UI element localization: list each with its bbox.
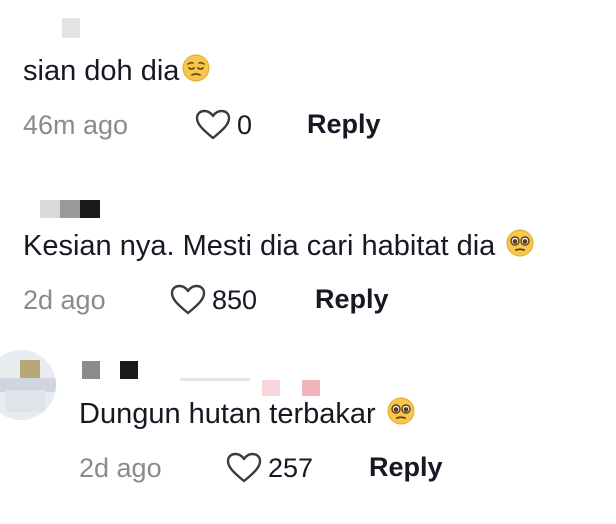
pensive-face-emoji-icon (181, 53, 211, 92)
like-count: 257 (268, 452, 314, 483)
heart-outline-icon (226, 452, 262, 484)
pleading-face-emoji-icon (505, 228, 535, 267)
timestamp: 2d ago (79, 452, 162, 483)
redacted-mention (180, 378, 250, 381)
avatar[interactable] (0, 350, 56, 420)
redacted-username (80, 200, 100, 218)
like-button[interactable]: 0 (195, 107, 252, 143)
comment-meta: 2d ago 850 Reply (23, 282, 603, 318)
comment-body: Dungun hutan terbakar (79, 398, 384, 430)
redacted-mention (262, 380, 280, 396)
timestamp: 2d ago (23, 284, 106, 315)
redacted-username (62, 18, 80, 38)
comment-text: Kesian nya. Mesti dia cari habitat dia (23, 228, 535, 267)
comment-meta: 2d ago 257 Reply (79, 450, 599, 486)
redacted-username (82, 361, 100, 379)
timestamp: 46m ago (23, 109, 129, 140)
redacted-username (120, 361, 138, 379)
heart-outline-icon (170, 284, 206, 316)
like-count: 850 (212, 284, 258, 315)
reply-button[interactable]: Reply (369, 452, 443, 483)
pleading-face-emoji-icon (386, 396, 416, 435)
comment-body: sian doh dia (23, 55, 180, 87)
redacted-username (40, 200, 60, 218)
comment-text: Dungun hutan terbakar (79, 396, 416, 435)
redacted-username (60, 200, 80, 218)
like-count: 0 (237, 109, 253, 140)
heart-outline-icon (195, 109, 231, 141)
like-button[interactable]: 257 (226, 450, 313, 486)
comment-text: sian doh dia (23, 53, 211, 92)
redacted-mention (302, 380, 320, 396)
reply-button[interactable]: Reply (315, 284, 389, 315)
comment-meta: 46m ago 0 Reply (23, 107, 603, 143)
like-button[interactable]: 850 (170, 282, 257, 318)
comment-body: Kesian nya. Mesti dia cari habitat dia (23, 230, 504, 262)
reply-button[interactable]: Reply (307, 109, 381, 140)
